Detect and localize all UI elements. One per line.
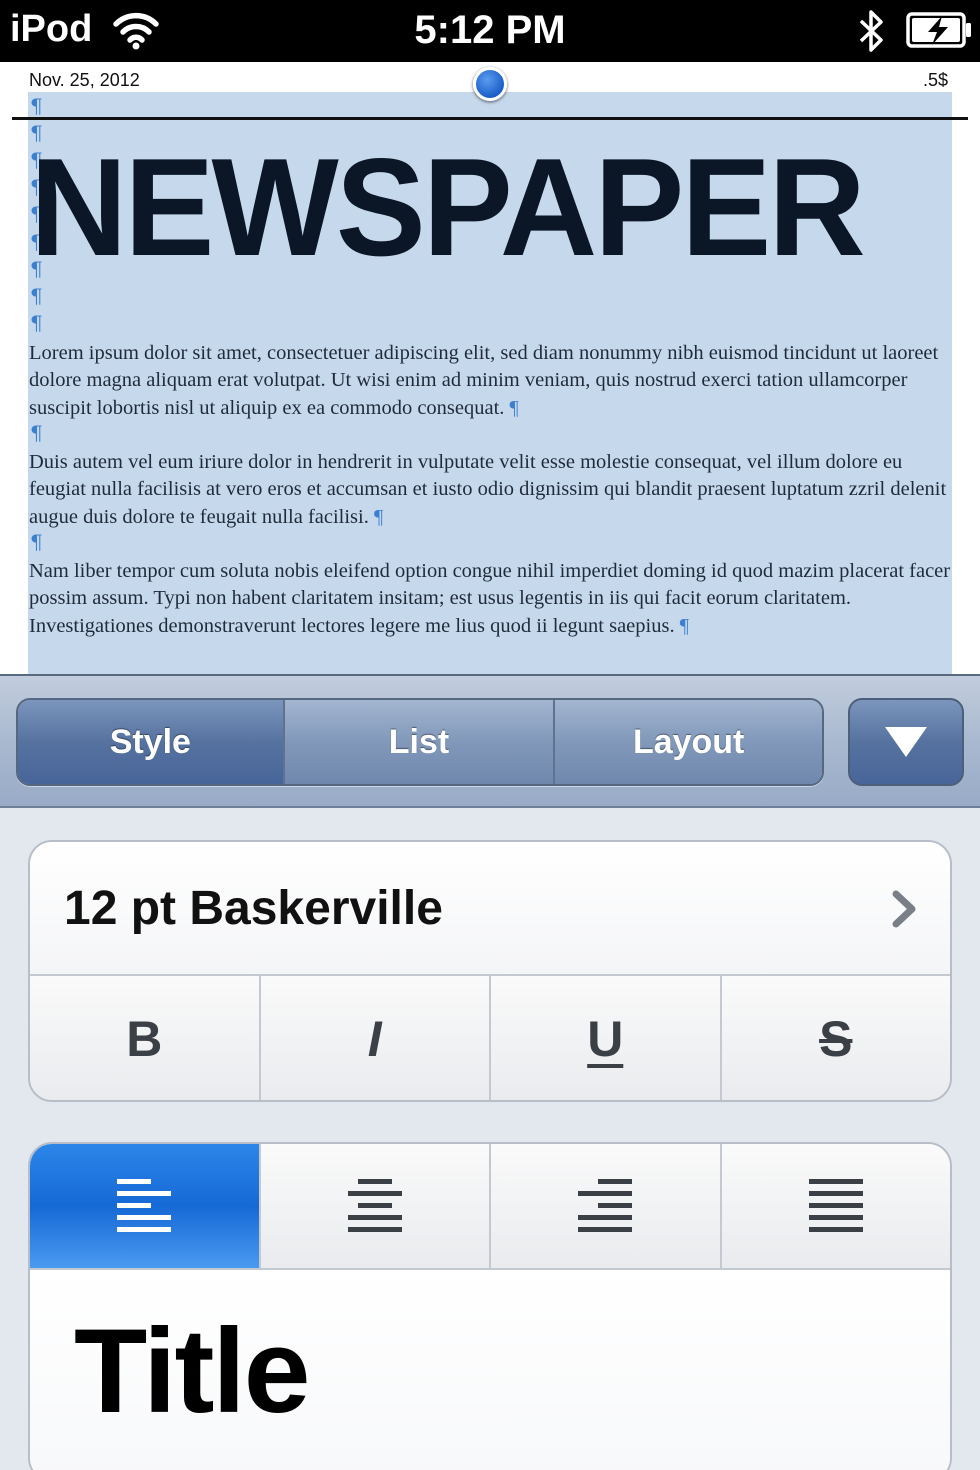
align-left-icon	[117, 1179, 172, 1232]
bold-button[interactable]: B	[30, 976, 261, 1100]
text-format-row: B I U S	[30, 976, 950, 1100]
selection-handle[interactable]	[473, 67, 507, 101]
paragraph-style-selector[interactable]: Title	[30, 1272, 950, 1470]
header-rule	[12, 117, 968, 120]
tab-list[interactable]: List	[284, 700, 556, 784]
header-date: Nov. 25, 2012	[29, 70, 140, 90]
tab-layout[interactable]: Layout	[555, 700, 822, 784]
status-bar: iPod 5:12 PM	[0, 0, 980, 62]
collapse-panel-button[interactable]	[848, 698, 964, 786]
font-selector[interactable]: 12 pt Baskerville	[30, 842, 950, 976]
pilcrow-mark: ¶	[30, 530, 43, 554]
pilcrow-mark: ¶	[30, 311, 43, 335]
paragraph-style-label: Title	[74, 1304, 311, 1438]
masthead-title: NEWSPAPER	[30, 130, 866, 285]
body-paragraph: Duis autem vel eum iriure dolor in hendr…	[29, 451, 947, 528]
align-right-button[interactable]	[491, 1144, 722, 1268]
format-segmented-control: Style List Layout	[16, 698, 824, 786]
format-toolbar: Style List Layout	[0, 674, 980, 808]
align-right-icon	[578, 1179, 633, 1232]
pilcrow-mark: ¶	[30, 94, 43, 118]
chevron-right-icon	[892, 890, 916, 928]
alignment-row	[30, 1144, 950, 1270]
strikethrough-button[interactable]: S	[721, 976, 950, 1100]
triangle-down-icon	[885, 727, 927, 757]
bluetooth-icon	[859, 10, 883, 52]
align-left-button[interactable]	[30, 1144, 261, 1268]
align-justify-button[interactable]	[721, 1144, 950, 1268]
pilcrow-mark: ¶	[30, 284, 43, 308]
align-justify-icon	[808, 1179, 863, 1232]
align-center-button[interactable]	[260, 1144, 491, 1268]
format-panel: Style List Layout 12 pt Baskerville B I …	[0, 674, 980, 1470]
header-price: .5$	[922, 70, 948, 90]
align-center-icon	[347, 1179, 402, 1232]
document-canvas[interactable]: Nov. 25, 2012 .5$ ¶ ¶ ¶ ¶ ¶ ¶ ¶ ¶ ¶ NEWS…	[0, 62, 980, 674]
paragraph-card: Title	[28, 1142, 952, 1470]
body-paragraph: Lorem ipsum dolor sit amet, consectetuer…	[29, 342, 939, 419]
font-label: 12 pt Baskerville	[64, 881, 443, 935]
body-paragraph: Nam liber tempor cum soluta nobis eleife…	[29, 560, 951, 637]
clock: 5:12 PM	[414, 8, 566, 52]
italic-button[interactable]: I	[260, 976, 491, 1100]
underline-button[interactable]: U	[491, 976, 722, 1100]
pilcrow-mark: ¶	[30, 421, 43, 445]
battery-charging-icon	[906, 12, 971, 48]
tab-style[interactable]: Style	[18, 700, 285, 784]
font-card: 12 pt Baskerville B I U S	[28, 840, 952, 1102]
